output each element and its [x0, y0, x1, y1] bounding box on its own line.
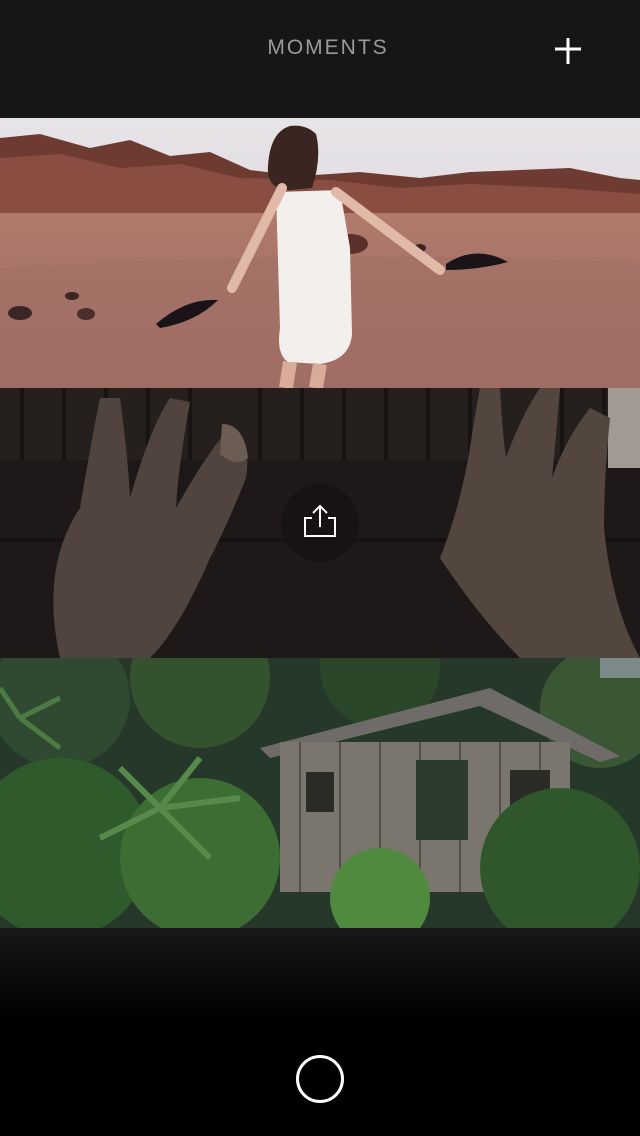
jungle-house-image	[0, 658, 640, 928]
add-moment-button[interactable]	[548, 31, 588, 71]
top-bar: MOMENTS	[0, 0, 640, 118]
page-title: MOMENTS	[267, 36, 389, 59]
moment-jungle-house[interactable]	[0, 658, 640, 928]
bottom-fade	[0, 928, 640, 1018]
share-icon	[304, 504, 336, 537]
record-button[interactable]	[296, 1055, 344, 1103]
share-button[interactable]	[281, 484, 359, 562]
desert-dancer-image	[0, 118, 640, 388]
moment-desert-dancer[interactable]	[0, 118, 640, 388]
moment-piano-hands[interactable]	[0, 388, 640, 658]
plus-icon	[555, 38, 581, 64]
